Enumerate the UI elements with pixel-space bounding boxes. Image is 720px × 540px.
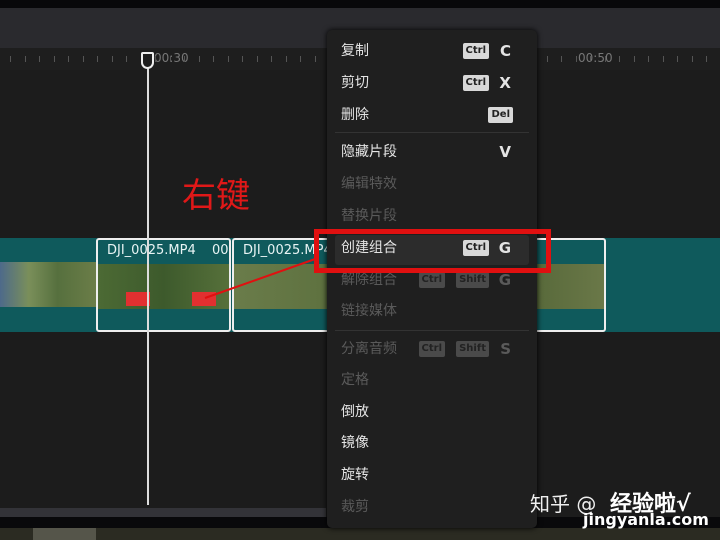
menu-divider [335, 330, 529, 331]
menu-item-label: 链接媒体 [341, 303, 397, 319]
shortcut-key: Del [488, 107, 513, 123]
horizontal-scrollbar[interactable] [0, 508, 326, 517]
shortcut-letter: X [499, 74, 511, 92]
menu-item-label: 分离音频 [341, 341, 397, 357]
menu-item: 定格 [341, 366, 523, 394]
context-menu-items: 复制 Ctrl C 剪切 Ctrl X 删除 Del 隐藏片段 V 编辑特效 替换片段 创建组合 Ctrl… [327, 30, 537, 528]
menu-item-label: 隐藏片段 [341, 144, 397, 160]
menu-item-label: 裁剪 [341, 499, 369, 515]
menu-item-label: 复制 [341, 43, 369, 59]
footer-scroll-thumb[interactable] [33, 528, 96, 540]
menu-item[interactable]: 旋转 [341, 461, 523, 489]
shortcut-key: Ctrl [462, 43, 489, 59]
menu-item[interactable]: 隐藏片段 V [341, 138, 523, 166]
menu-item: 裁剪 [341, 493, 523, 521]
menu-item: 链接媒体 [341, 297, 523, 325]
menu-item[interactable]: 剪切 Ctrl X [341, 69, 523, 97]
menu-item-label: 倒放 [341, 404, 369, 420]
annotation-highlight-box [314, 229, 551, 273]
menu-divider [335, 132, 529, 133]
menu-item-label: 剪切 [341, 75, 369, 91]
menu-item-label: 解除组合 [341, 272, 397, 288]
menu-item-label: 删除 [341, 107, 369, 123]
shortcut-key: Shift [456, 341, 489, 357]
menu-item-label: 编辑特效 [341, 176, 397, 192]
shortcut-letter: V [499, 143, 511, 161]
shortcut-key: Ctrl [462, 75, 489, 91]
menu-item: 替换片段 [341, 202, 523, 230]
shortcut-key: Ctrl [418, 341, 445, 357]
shortcut-key: Ctrl [418, 272, 445, 288]
menu-item[interactable]: 镜像 [341, 429, 523, 457]
menu-item: 编辑特效 [341, 170, 523, 198]
menu-item[interactable]: 倒放 [341, 398, 523, 426]
menu-item: 分离音频 Shift Ctrl S [341, 335, 523, 363]
menu-item-label: 定格 [341, 372, 369, 388]
menu-item[interactable]: 复制 Ctrl C [341, 37, 523, 65]
menu-item[interactable]: 删除 Del [341, 101, 523, 129]
shortcut-key: Shift [456, 272, 489, 288]
shortcut-letter: C [499, 42, 511, 60]
footer [0, 528, 720, 540]
shortcut-letter: S [500, 340, 511, 358]
menu-item-label: 镜像 [341, 435, 369, 451]
watermark-url: jingyanla.com [583, 510, 709, 529]
menu-item-label: 旋转 [341, 467, 369, 483]
menu-item-label: 替换片段 [341, 208, 397, 224]
